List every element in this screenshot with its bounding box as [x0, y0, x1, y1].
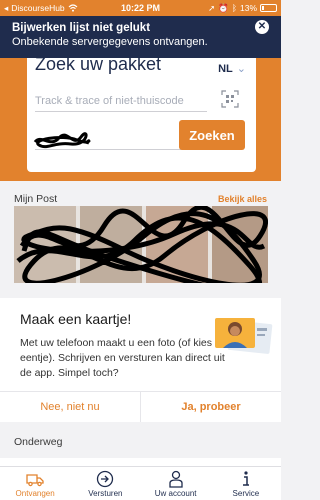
status-bar: ◂ DiscourseHub 10:22 PM ➚ ⏰ ᛒ 13%: [0, 0, 281, 16]
qr-scan-icon[interactable]: [221, 90, 239, 108]
send-arrow-icon: [97, 470, 114, 488]
close-icon[interactable]: ✕: [255, 20, 269, 34]
postcode-field[interactable]: [35, 149, 193, 150]
tab-service[interactable]: Service: [211, 467, 281, 500]
tab-bar: Ontvangen Versturen Uw account Service: [0, 466, 281, 500]
language-selector[interactable]: NL ⌄: [218, 62, 246, 75]
see-all-link[interactable]: Bekijk alles: [218, 194, 267, 204]
search-button[interactable]: Zoeken: [179, 120, 245, 150]
postcard-illustration: [215, 318, 273, 354]
error-title: Bijwerken lijst niet gelukt: [12, 22, 151, 34]
tab-ontvangen[interactable]: Ontvangen: [0, 467, 70, 500]
tab-label: Versturen: [88, 489, 123, 498]
redaction-scribble: [16, 206, 268, 283]
search-card: Zoek uw pakket NL⌄ Zoeken: [27, 54, 256, 172]
info-icon: [242, 471, 249, 486]
track-trace-input[interactable]: [35, 90, 207, 112]
error-message: Onbekende servergegevens ontvangen.: [12, 36, 208, 48]
onderweg-title: Onderweg: [14, 436, 63, 448]
person-icon: [168, 470, 183, 488]
search-heading: Zoek uw pakket: [35, 54, 162, 74]
promo-body: Met uw telefoon maakt u een foto (of kie…: [20, 337, 225, 379]
decline-button[interactable]: Nee, niet nu: [0, 392, 140, 422]
tab-label: Ontvangen: [15, 489, 55, 498]
accept-button[interactable]: Ja, probeer: [141, 392, 281, 422]
mijn-post-title: Mijn Post: [14, 193, 58, 205]
tab-label: Uw account: [154, 489, 197, 498]
status-time: 10:22 PM: [120, 3, 161, 13]
promo-title: Maak een kaartje!: [20, 311, 132, 327]
tab-uw-account[interactable]: Uw account: [141, 467, 211, 500]
post-strip[interactable]: [14, 206, 268, 283]
battery-icon: [260, 4, 277, 12]
tab-versturen[interactable]: Versturen: [70, 467, 140, 500]
chevron-down-icon: ⌄: [236, 63, 246, 75]
redaction-scribble: [33, 132, 91, 149]
error-banner: Bijwerken lijst niet gelukt Onbekende se…: [0, 16, 281, 58]
truck-icon: [26, 474, 44, 487]
tab-label: Service: [232, 489, 260, 498]
language-label: NL: [218, 63, 233, 75]
